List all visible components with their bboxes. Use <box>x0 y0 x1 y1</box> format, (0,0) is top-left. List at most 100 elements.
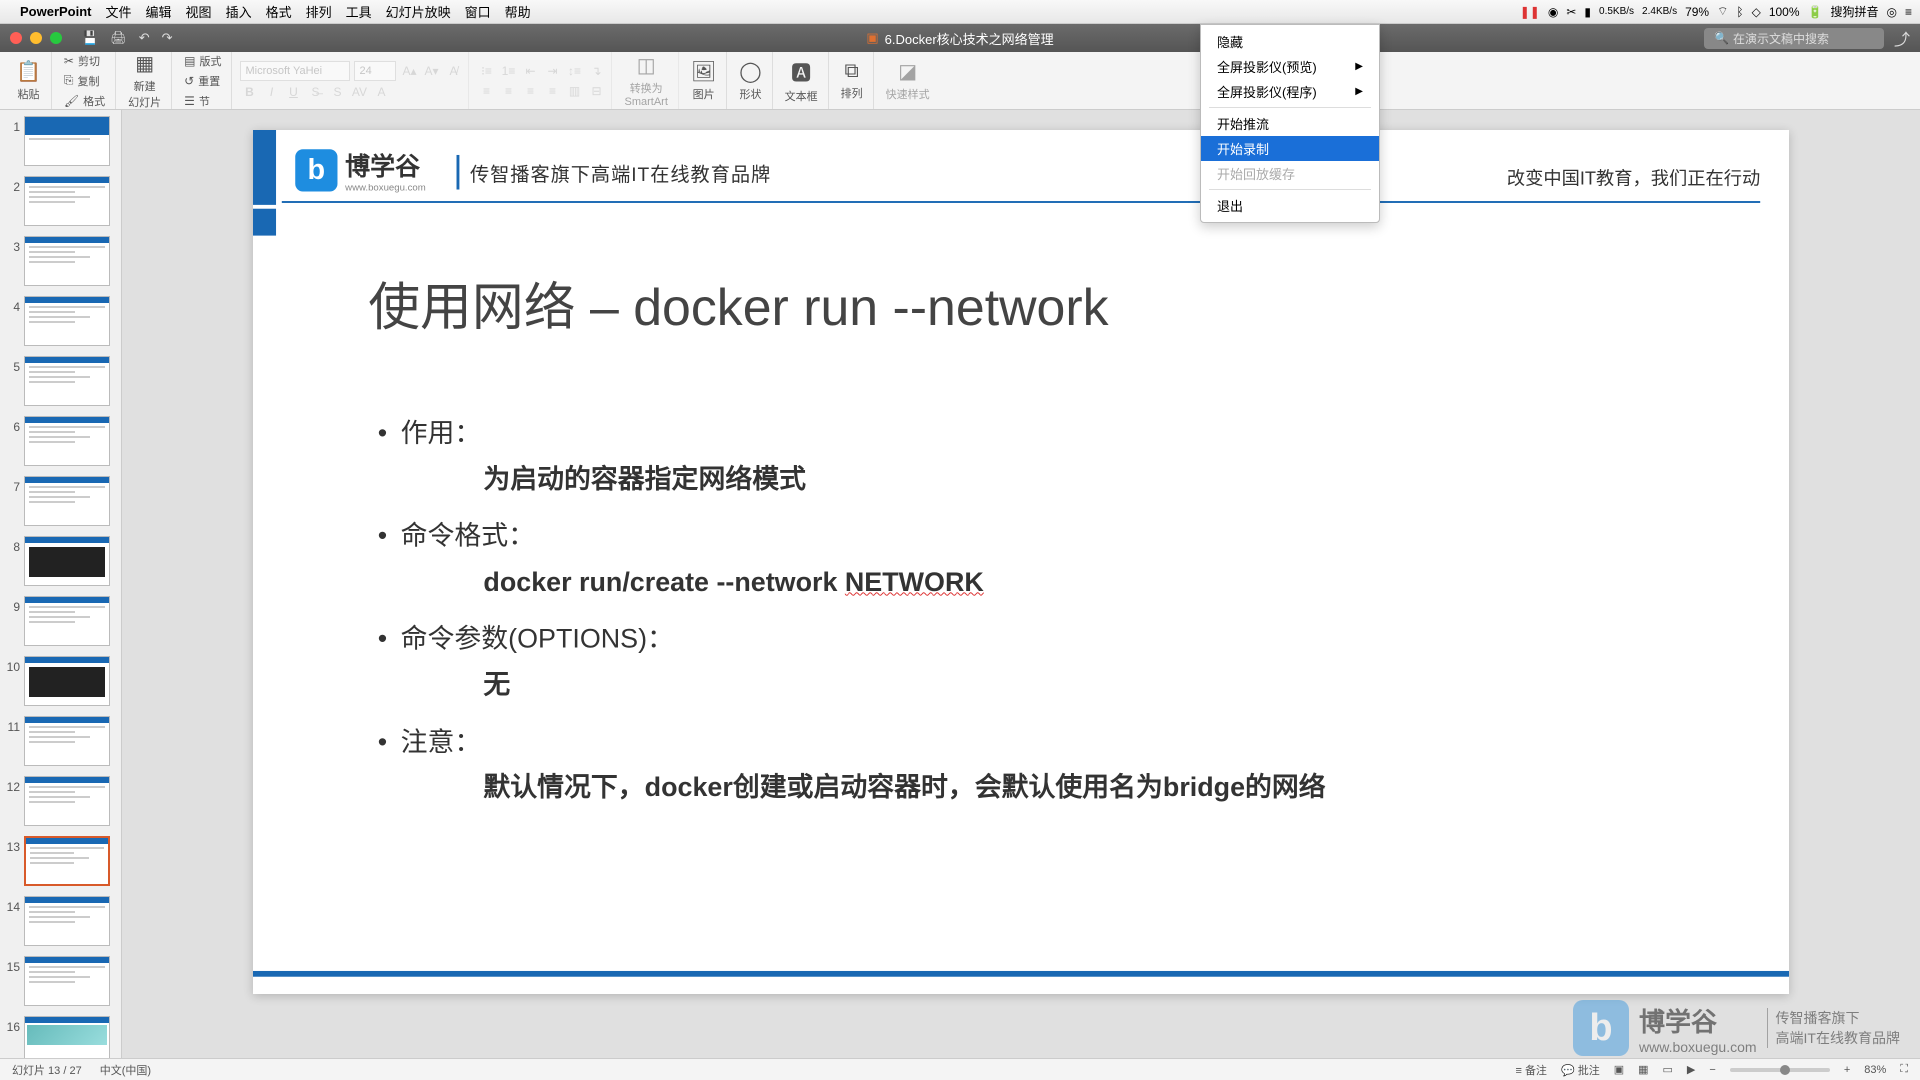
comments-button[interactable]: 💬 批注 <box>1561 1062 1600 1078</box>
align-text-button[interactable]: ⊟ <box>587 82 605 100</box>
share-icon[interactable]: ⤴ <box>1894 26 1910 50</box>
menu-insert[interactable]: 插入 <box>226 2 252 21</box>
shadow-button[interactable]: S <box>328 83 346 101</box>
save-icon[interactable]: 💾 <box>82 30 98 46</box>
slide-thumbnail[interactable] <box>24 896 110 946</box>
slideshow-button[interactable]: ▶ <box>1687 1063 1695 1076</box>
slide-thumbnail[interactable] <box>24 656 110 706</box>
slide-thumbnail[interactable] <box>24 176 110 226</box>
smartart-button[interactable]: ◫转换为 SmartArt <box>620 51 671 110</box>
dm-fullscreen-program[interactable]: 全屏投影仪(程序)▶ <box>1201 79 1379 104</box>
normal-view-button[interactable]: ▣ <box>1614 1063 1624 1076</box>
menu-tools[interactable]: 工具 <box>346 2 372 21</box>
dm-start-record[interactable]: 开始录制 <box>1201 136 1379 161</box>
slide-thumbnail[interactable] <box>24 476 110 526</box>
slide-canvas[interactable]: b 博学谷 www.boxuegu.com 传智播客旗下高端IT在线教育品牌 改… <box>253 130 1789 994</box>
dm-hide[interactable]: 隐藏 <box>1201 29 1379 54</box>
picture-button[interactable]: 🖼图片 <box>687 57 720 104</box>
underline-button[interactable]: U <box>284 83 302 101</box>
notes-button[interactable]: ≡ 备注 <box>1515 1062 1546 1078</box>
slide-thumbnail[interactable] <box>24 716 110 766</box>
slide-thumbnail[interactable] <box>24 596 110 646</box>
maximize-window-button[interactable] <box>50 32 62 44</box>
textbox-button[interactable]: 🅰文本框 <box>781 55 822 106</box>
slide-thumbnail[interactable] <box>24 116 110 166</box>
sorter-view-button[interactable]: ▦ <box>1638 1063 1648 1076</box>
menubar-list-icon[interactable]: ≡ <box>1905 5 1912 19</box>
numbering-button[interactable]: 1≡ <box>499 62 517 80</box>
outdent-button[interactable]: ⇤ <box>521 62 539 80</box>
menu-arrange[interactable]: 排列 <box>306 2 332 21</box>
redo-icon[interactable]: ↷ <box>162 30 173 46</box>
line-spacing-button[interactable]: ↕≡ <box>565 62 583 80</box>
bold-button[interactable]: B <box>240 83 258 101</box>
menu-edit[interactable]: 编辑 <box>146 2 172 21</box>
columns-button[interactable]: ▥ <box>565 82 583 100</box>
dm-start-stream[interactable]: 开始推流 <box>1201 111 1379 136</box>
search-input[interactable]: 🔍 在演示文稿中搜索 <box>1704 28 1884 49</box>
slide-thumbnail[interactable] <box>24 1016 110 1058</box>
siri-icon[interactable]: ◎ <box>1887 5 1897 19</box>
layout-button[interactable]: ▤版式 <box>180 52 225 70</box>
italic-button[interactable]: I <box>262 83 280 101</box>
menu-format[interactable]: 格式 <box>266 2 292 21</box>
copy-button[interactable]: ⎘复制 <box>60 72 109 90</box>
format-painter-button[interactable]: 🖌格式 <box>60 92 109 110</box>
menu-view[interactable]: 视图 <box>186 2 212 21</box>
slide-thumbnail[interactable] <box>24 536 110 586</box>
clear-format-button[interactable]: A̸ <box>444 62 462 80</box>
fit-window-button[interactable]: ⛶ <box>1900 1063 1908 1076</box>
new-slide-button[interactable]: ▦新建 幻灯片 <box>124 49 165 112</box>
slide-thumbnail[interactable] <box>24 416 110 466</box>
justify-button[interactable]: ≡ <box>543 82 561 100</box>
paste-button[interactable]: 📋粘贴 <box>12 57 45 104</box>
slide-body[interactable]: •作用： 为启动的容器指定网络模式 •命令格式： docker run/crea… <box>378 399 1693 820</box>
align-left-button[interactable]: ≡ <box>477 82 495 100</box>
spacing-button[interactable]: AV <box>350 83 368 101</box>
slide-thumbnail[interactable] <box>24 356 110 406</box>
slide-thumbnail[interactable] <box>24 296 110 346</box>
arrange-button[interactable]: ⧉排列 <box>837 58 867 103</box>
zoom-out-button[interactable]: − <box>1709 1064 1715 1076</box>
dm-fullscreen-preview[interactable]: 全屏投影仪(预览)▶ <box>1201 54 1379 79</box>
shapes-button[interactable]: ◯形状 <box>735 57 765 104</box>
zoom-slider[interactable] <box>1730 1068 1830 1072</box>
decrease-font-button[interactable]: A▾ <box>422 62 440 80</box>
pause-icon[interactable]: ❚❚ <box>1520 5 1540 19</box>
slide-editor-area[interactable]: b 博学谷 www.boxuegu.com 传智播客旗下高端IT在线教育品牌 改… <box>122 110 1920 1058</box>
section-button[interactable]: ☰节 <box>180 92 225 110</box>
scissors-icon[interactable]: ✂ <box>1566 5 1576 19</box>
undo-icon[interactable]: ↶ <box>139 30 150 46</box>
zoom-in-button[interactable]: + <box>1844 1064 1850 1076</box>
thumbnail-panel[interactable]: 123456789101112131415161718 <box>0 110 122 1058</box>
print-icon[interactable]: 🖨 <box>110 30 127 46</box>
app-name[interactable]: PowerPoint <box>20 4 92 19</box>
indent-button[interactable]: ⇥ <box>543 62 561 80</box>
slide-title[interactable]: 使用网络 – docker run --network <box>368 264 1108 340</box>
wifi-icon[interactable]: ⌔ <box>1717 4 1728 19</box>
zoom-knob[interactable] <box>1780 1065 1790 1075</box>
battery-icon[interactable]: 🔋 <box>1808 5 1823 19</box>
menu-extra-icon[interactable]: ◇ <box>1752 5 1761 19</box>
close-window-button[interactable] <box>10 32 22 44</box>
text-direction-button[interactable]: ↴ <box>587 62 605 80</box>
menu-file[interactable]: 文件 <box>106 2 132 21</box>
font-name-select[interactable]: Microsoft YaHei <box>240 61 350 81</box>
reset-button[interactable]: ↺重置 <box>180 72 225 90</box>
quickstyle-button[interactable]: ◪快速样式 <box>882 57 934 104</box>
align-right-button[interactable]: ≡ <box>521 82 539 100</box>
increase-font-button[interactable]: A▴ <box>400 62 418 80</box>
slide-thumbnail[interactable] <box>24 236 110 286</box>
slide-thumbnail[interactable] <box>24 956 110 1006</box>
menu-help[interactable]: 帮助 <box>505 2 531 21</box>
language-indicator[interactable]: 中文(中国) <box>100 1062 151 1078</box>
strike-button[interactable]: S̶ <box>306 83 324 101</box>
zoom-percent[interactable]: 83% <box>1864 1064 1886 1076</box>
menu-window[interactable]: 窗口 <box>465 2 491 21</box>
slide-thumbnail[interactable] <box>24 836 110 886</box>
dm-replay-buffer[interactable]: 开始回放缓存 <box>1201 161 1379 186</box>
font-size-select[interactable]: 24 <box>354 61 396 81</box>
align-center-button[interactable]: ≡ <box>499 82 517 100</box>
font-color-button[interactable]: A <box>372 83 390 101</box>
slide-thumbnail[interactable] <box>24 776 110 826</box>
